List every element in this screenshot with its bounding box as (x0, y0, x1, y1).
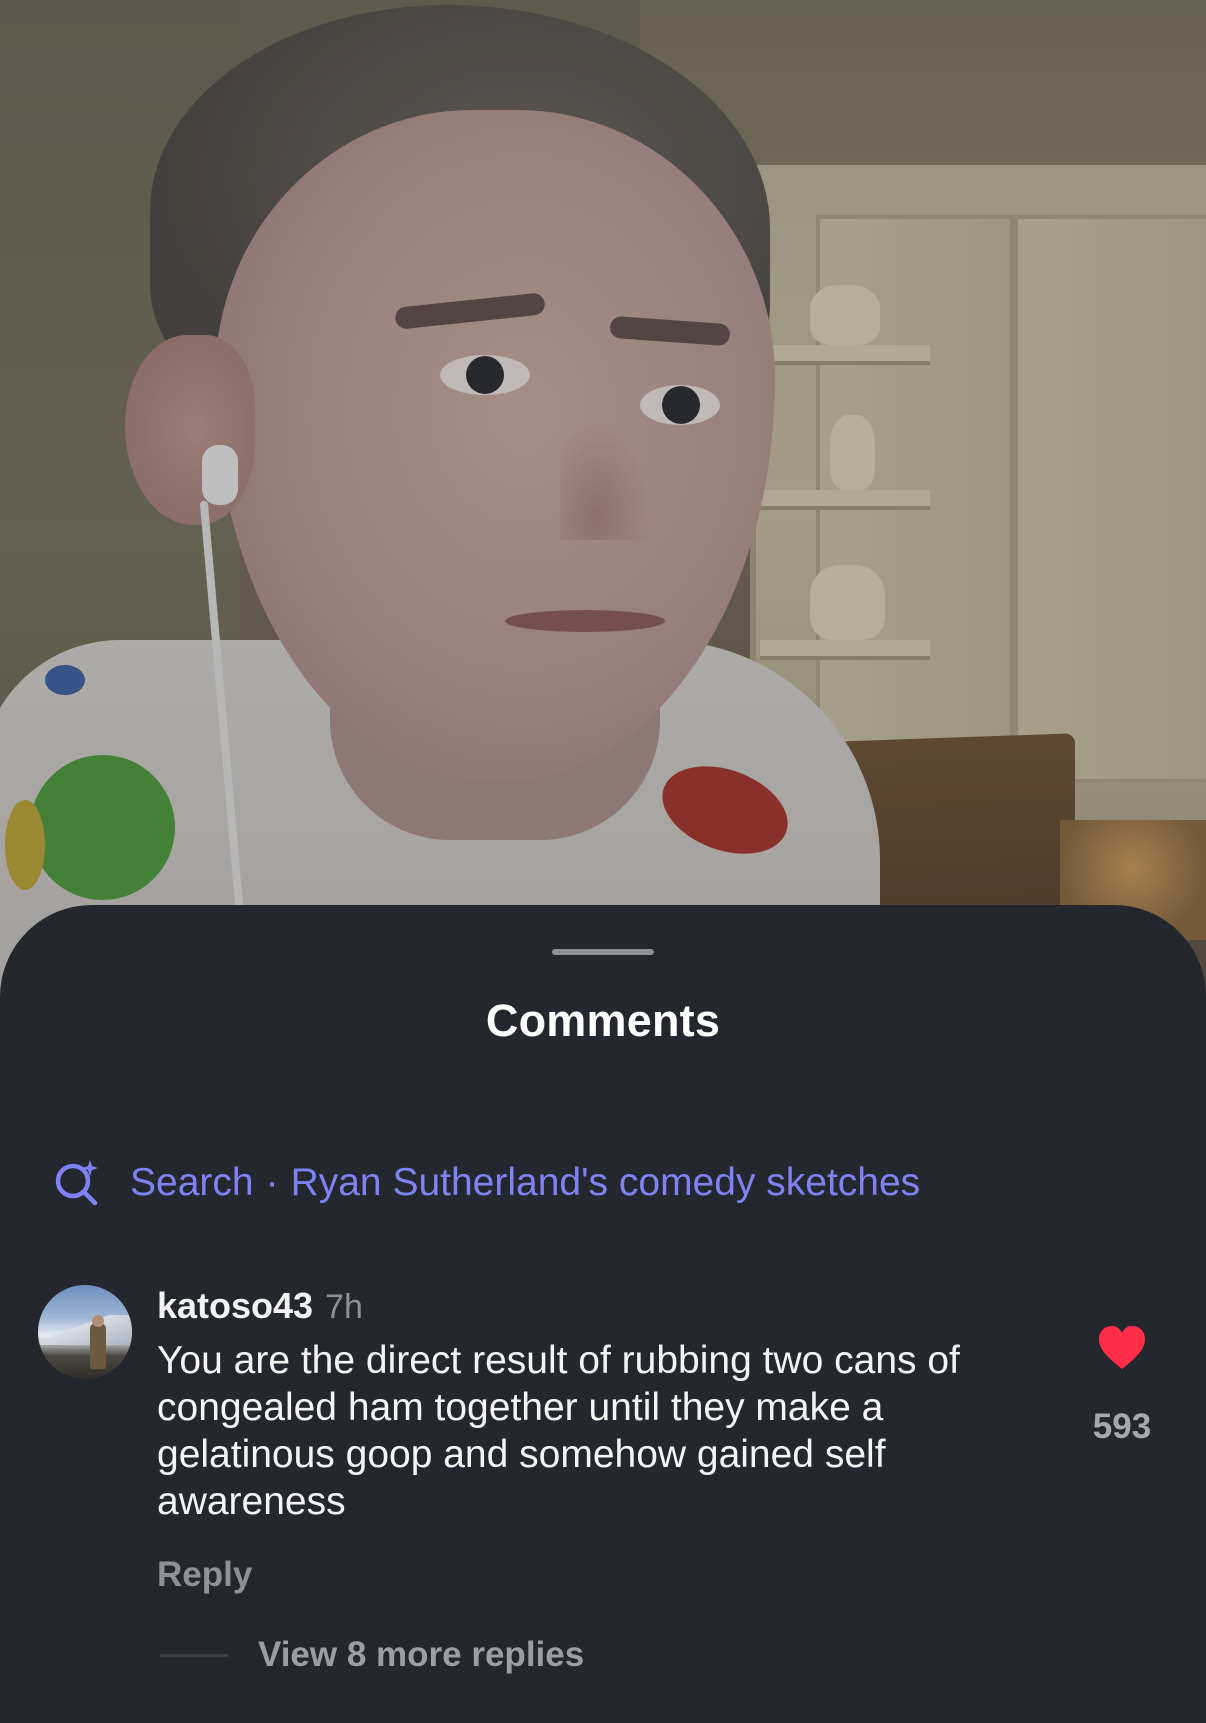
sparkle-search-icon (55, 1160, 98, 1206)
replies-divider (160, 1653, 228, 1657)
video-overlay (0, 0, 1206, 1000)
comment-meta: katoso43 7h (157, 1285, 363, 1335)
comment-timestamp: 7h (325, 1288, 363, 1326)
heart-icon (1099, 1326, 1145, 1369)
comment-username[interactable]: katoso43 (157, 1285, 313, 1327)
avatar-mountain (38, 1315, 132, 1345)
sheet-drag-handle[interactable] (552, 949, 654, 955)
search-separator: · (265, 1161, 279, 1204)
avatar-figure-head (92, 1315, 104, 1327)
search-prefix: Search (130, 1161, 254, 1204)
video-player[interactable] (0, 0, 1206, 1000)
avatar[interactable] (38, 1285, 132, 1379)
sheet-title: Comments (485, 995, 721, 1046)
related-search-link[interactable]: Search · Ryan Sutherland's comedy sketch… (52, 1155, 920, 1211)
screen: Comments Search · Ryan Sutherland's come… (0, 0, 1206, 1723)
view-replies-label: View 8 more replies (258, 1635, 585, 1674)
view-more-replies[interactable]: View 8 more replies (160, 1630, 584, 1680)
search-query: Ryan Sutherland's comedy sketches (290, 1161, 921, 1204)
like-count: 593 (1092, 1407, 1152, 1446)
comment-text: You are the direct result of rubbing two… (157, 1339, 960, 1523)
reply-button[interactable]: Reply (157, 1555, 252, 1595)
avatar-figure (90, 1323, 106, 1369)
comments-sheet[interactable]: Comments Search · Ryan Sutherland's come… (0, 905, 1206, 1723)
like-button[interactable]: 593 (1080, 1325, 1164, 1447)
